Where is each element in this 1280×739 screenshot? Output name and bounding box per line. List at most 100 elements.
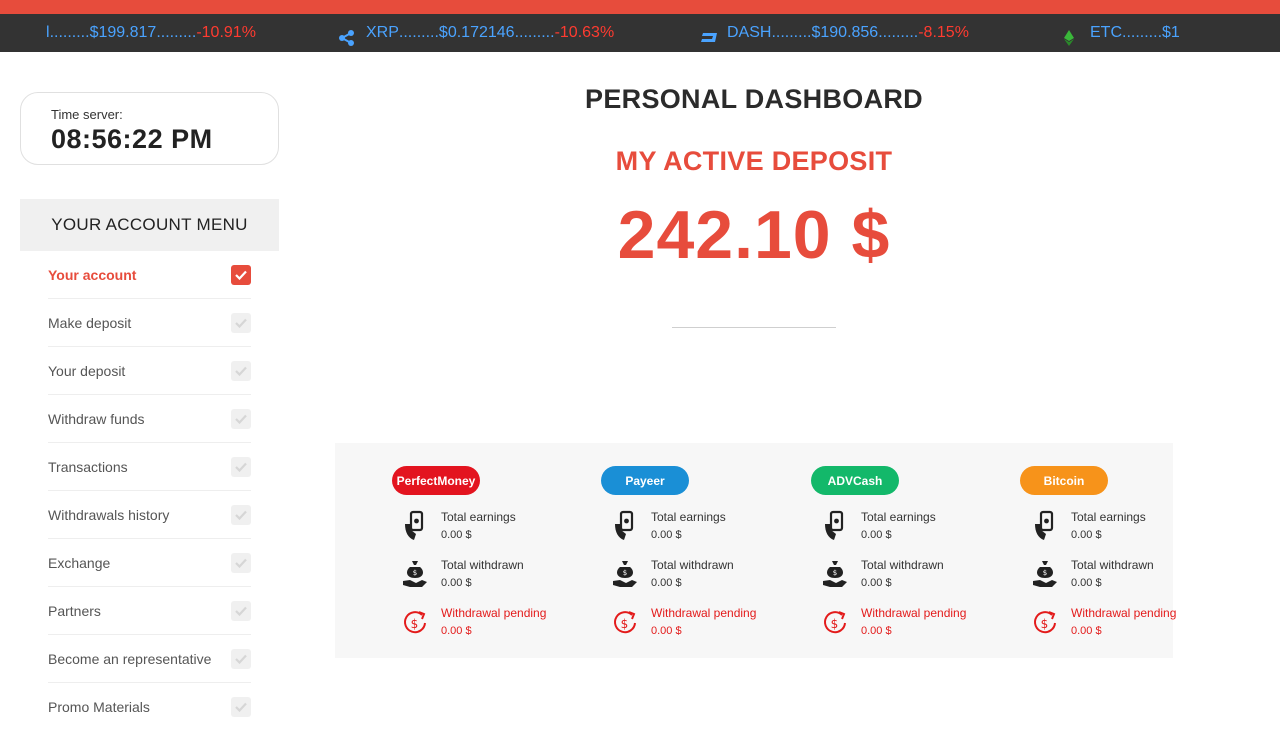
- dollar-refresh-icon: $: [1032, 606, 1058, 638]
- menu-item-label: Transactions: [48, 458, 128, 475]
- ticker-change: -10.63%: [554, 24, 615, 41]
- hand-money-icon: [402, 510, 428, 542]
- hand-money-icon: [822, 510, 848, 542]
- menu-item-transactions[interactable]: Transactions: [48, 443, 251, 491]
- total-withdrawn-row: $ Total withdrawn 0.00 $: [822, 558, 1002, 598]
- payeer-badge: Payeer: [601, 466, 689, 495]
- total-withdrawn-value: 0.00 $: [441, 577, 472, 589]
- dash-icon: [699, 24, 717, 42]
- account-menu-list: Your account Make deposit Your deposit W…: [20, 251, 279, 739]
- withdrawal-pending-row: $ Withdrawal pending 0.00 $: [1032, 606, 1212, 646]
- hand-money-icon: [612, 510, 638, 542]
- total-earnings-row: Total earnings 0.00 $: [1032, 510, 1212, 550]
- svg-text:$: $: [623, 569, 627, 577]
- total-earnings-label: Total earnings: [1071, 510, 1146, 524]
- total-earnings-label: Total earnings: [651, 510, 726, 524]
- ticker-item[interactable]: DASH......... $190.856......... -8.15%: [699, 14, 969, 52]
- check-icon: [231, 600, 251, 621]
- dollar-refresh-icon: $: [612, 606, 638, 638]
- menu-item-label: Withdrawals history: [48, 506, 170, 523]
- withdrawal-pending-value: 0.00 $: [651, 625, 682, 637]
- ticker-symbol: ETC: [1090, 24, 1122, 41]
- total-withdrawn-label: Total withdrawn: [651, 558, 734, 572]
- menu-item-label: Partners: [48, 602, 101, 619]
- total-withdrawn-row: $ Total withdrawn 0.00 $: [612, 558, 792, 598]
- total-earnings-row: Total earnings 0.00 $: [402, 510, 582, 550]
- advcash-badge: ADVCash: [811, 466, 899, 495]
- menu-item-promo-materials[interactable]: Promo Materials: [48, 683, 251, 731]
- withdrawal-pending-row: $ Withdrawal pending 0.00 $: [822, 606, 1002, 646]
- divider: [672, 327, 836, 328]
- ticker-item[interactable]: XRP......... $0.172146......... -10.63%: [338, 14, 614, 52]
- menu-item-withdrawals-history[interactable]: Withdrawals history: [48, 491, 251, 539]
- payment-column-perfectmoney: PerfectMoney Total earnings 0.00 $ $ Tot…: [370, 443, 570, 658]
- withdrawal-pending-value: 0.00 $: [441, 625, 472, 637]
- time-server-label: Time server:: [51, 107, 123, 122]
- ticker-symbol: XRP: [366, 24, 399, 41]
- ticker-price: $0.172146: [438, 24, 515, 41]
- money-bag-hand-icon: $: [1032, 558, 1058, 590]
- total-withdrawn-label: Total withdrawn: [441, 558, 524, 572]
- menu-item-withdraw-funds[interactable]: Withdraw funds: [48, 395, 251, 443]
- check-icon: [231, 408, 251, 429]
- total-withdrawn-row: $ Total withdrawn 0.00 $: [1032, 558, 1212, 598]
- money-bag-hand-icon: $: [612, 558, 638, 590]
- menu-item-exchange[interactable]: Exchange: [48, 539, 251, 587]
- time-server-box: Time server: 08:56:22 PM: [20, 92, 279, 165]
- money-bag-hand-icon: $: [822, 558, 848, 590]
- total-earnings-value: 0.00 $: [441, 529, 472, 541]
- svg-text:$: $: [413, 569, 417, 577]
- payment-column-advcash: ADVCash Total earnings 0.00 $ $ Total wi…: [790, 443, 990, 658]
- menu-item-your-account[interactable]: Your account: [48, 251, 251, 299]
- bitcoin-badge: Bitcoin: [1020, 466, 1108, 495]
- ticker-change: -8.15%: [918, 24, 969, 41]
- total-withdrawn-value: 0.00 $: [861, 577, 892, 589]
- etc-icon: [1062, 24, 1080, 46]
- total-withdrawn-label: Total withdrawn: [861, 558, 944, 572]
- withdrawal-pending-row: $ Withdrawal pending 0.00 $: [402, 606, 582, 646]
- menu-item-label: Become an representative: [48, 650, 212, 667]
- ticker-symbol: DASH: [727, 24, 772, 41]
- total-earnings-row: Total earnings 0.00 $: [822, 510, 1002, 550]
- menu-item-become-representative[interactable]: Become an representative: [48, 635, 251, 683]
- menu-item-label: Your account: [48, 266, 137, 283]
- perfectmoney-badge: PerfectMoney: [392, 466, 480, 495]
- menu-item-label: Withdraw funds: [48, 410, 145, 427]
- total-earnings-label: Total earnings: [441, 510, 516, 524]
- money-bag-hand-icon: $: [402, 558, 428, 590]
- crypto-ticker: l......... $199.817......... -10.91% XRP..…: [0, 14, 1280, 52]
- payment-column-bitcoin: Bitcoin Total earnings 0.00 $ $ Total wi…: [1000, 443, 1200, 658]
- withdrawal-pending-label: Withdrawal pending: [651, 606, 757, 620]
- svg-text:$: $: [411, 617, 419, 631]
- active-deposit-amount: 242.10 $: [617, 197, 891, 273]
- check-icon: [231, 264, 251, 285]
- xrp-icon: [338, 24, 356, 46]
- ticker-item[interactable]: l......... $199.817......... -10.91%: [46, 14, 256, 52]
- total-earnings-value: 0.00 $: [861, 529, 892, 541]
- menu-item-label: Make deposit: [48, 314, 132, 331]
- ticker-item[interactable]: ETC......... $1: [1062, 14, 1180, 52]
- withdrawal-pending-label: Withdrawal pending: [1071, 606, 1177, 620]
- payment-column-payeer: Payeer Total earnings 0.00 $ $ Total wit…: [580, 443, 780, 658]
- withdrawal-pending-label: Withdrawal pending: [441, 606, 547, 620]
- menu-item-make-deposit[interactable]: Make deposit: [48, 299, 251, 347]
- page-title: PERSONAL DASHBOARD: [585, 84, 923, 114]
- ticker-price: $199.817: [89, 24, 157, 41]
- svg-text:$: $: [833, 569, 837, 577]
- svg-text:$: $: [621, 617, 629, 631]
- total-withdrawn-row: $ Total withdrawn 0.00 $: [402, 558, 582, 598]
- check-icon: [231, 552, 251, 573]
- menu-item-label: Exchange: [48, 554, 111, 571]
- time-server-value: 08:56:22 PM: [51, 124, 213, 154]
- top-accent-bar: [0, 0, 1280, 14]
- payment-stats-panel: PerfectMoney Total earnings 0.00 $ $ Tot…: [335, 443, 1176, 658]
- ticker-price: $190.856: [811, 24, 879, 41]
- check-icon: [231, 456, 251, 477]
- withdrawal-pending-row: $ Withdrawal pending 0.00 $: [612, 606, 792, 646]
- total-earnings-row: Total earnings 0.00 $: [612, 510, 792, 550]
- total-withdrawn-label: Total withdrawn: [1071, 558, 1154, 572]
- total-withdrawn-value: 0.00 $: [1071, 577, 1102, 589]
- menu-item-your-deposit[interactable]: Your deposit: [48, 347, 251, 395]
- menu-item-label: Promo Materials: [48, 699, 150, 715]
- menu-item-partners[interactable]: Partners: [48, 587, 251, 635]
